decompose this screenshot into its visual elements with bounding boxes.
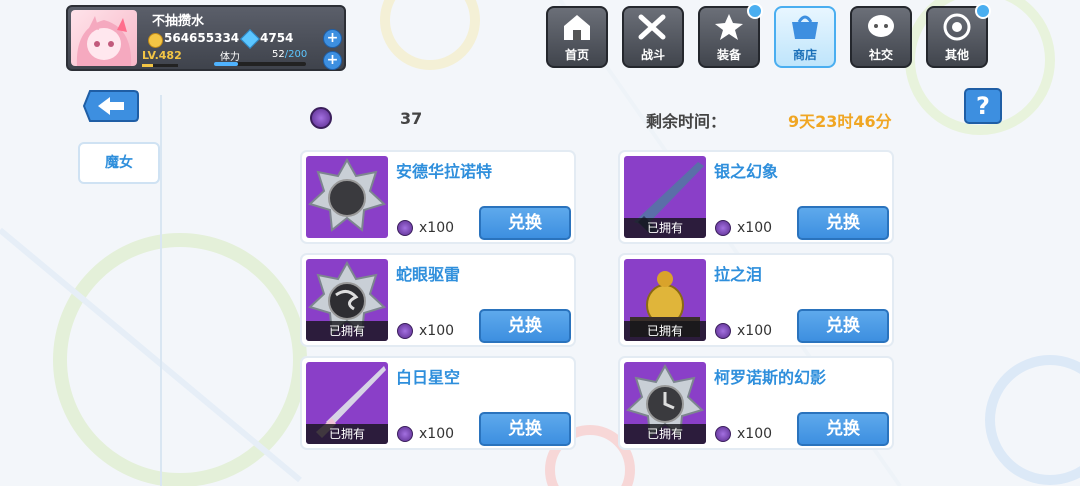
exchange-button[interactable]: 兑换 [479, 412, 571, 446]
item-thumbnail: 已拥有 [624, 259, 706, 341]
nav-home-button[interactable]: 首页 [546, 6, 608, 68]
shop-item-card: 安德华拉诺特 x100 兑换 [300, 150, 576, 244]
nav-equipment-label: 装备 [716, 48, 741, 62]
player-level: LV.482 [142, 49, 182, 62]
add-stamina-button[interactable]: + [323, 51, 342, 70]
owned-label: 已拥有 [306, 321, 388, 341]
coin-count: 564655334 [164, 31, 240, 45]
item-name: 柯罗诺斯的幻影 [714, 368, 827, 387]
star-gun-icon [715, 14, 743, 40]
owned-label: 已拥有 [624, 321, 706, 341]
crossed-swords-icon [638, 14, 666, 40]
shop-item-card: 已拥有 蛇眼驱雷 x100 兑换 [300, 253, 576, 347]
back-arrow-icon[interactable] [82, 89, 140, 123]
item-thumbnail: 已拥有 [624, 362, 706, 444]
nav-home-label: 首页 [564, 48, 589, 62]
player-profile-panel[interactable]: 不抽攒水 564655334 4754 + LV.482 体力 52/200 + [66, 5, 346, 71]
item-price: x100 [737, 220, 773, 236]
chat-face-icon [868, 15, 894, 37]
item-price: x100 [419, 426, 455, 442]
shop-item-card: 已拥有 银之幻象 x100 兑换 [618, 150, 894, 244]
tab-witch[interactable]: 魔女 [78, 142, 160, 184]
item-thumbnail: 已拥有 [306, 362, 388, 444]
add-gems-button[interactable]: + [323, 29, 342, 48]
item-price: x100 [419, 220, 455, 236]
nav-other-button[interactable]: 其他 [926, 3, 991, 68]
currency-icon [715, 426, 731, 442]
exchange-button[interactable]: 兑换 [479, 206, 571, 240]
stamina-label: 体力 [220, 52, 240, 63]
exchange-button[interactable]: 兑换 [797, 309, 889, 343]
currency-icon [397, 220, 413, 236]
player-name: 不抽攒水 [152, 14, 205, 29]
nav-other-label: 其他 [944, 48, 969, 62]
item-name: 白日星空 [396, 368, 461, 387]
stamina-value: 52/200 [272, 49, 307, 60]
stamina-current: 52 [272, 49, 285, 60]
shop-item-card: 已拥有 拉之泪 x100 兑换 [618, 253, 894, 347]
exchange-button[interactable]: 兑换 [797, 206, 889, 240]
shop-item-card: 已拥有 柯罗诺斯的幻影 x100 兑换 [618, 356, 894, 450]
stamina-bar [214, 62, 306, 66]
owned-label: 已拥有 [624, 424, 706, 444]
coin-icon [148, 33, 163, 48]
silver-badge-icon [308, 157, 386, 232]
owned-label: 已拥有 [306, 424, 388, 444]
notification-badge [975, 3, 991, 19]
nav-battle-label: 战斗 [640, 48, 665, 62]
currency-icon [397, 323, 413, 339]
help-button[interactable]: ? [964, 88, 1002, 124]
item-name: 安德华拉诺特 [396, 162, 493, 181]
exchange-button[interactable]: 兑换 [797, 412, 889, 446]
gem-count: 4754 [260, 31, 294, 45]
time-remaining-value: 9天23时46分 [788, 112, 892, 131]
shop-basket-icon [792, 15, 818, 39]
nav-social-label: 社交 [868, 48, 893, 62]
currency-amount: 37 [400, 109, 423, 128]
currency-icon [310, 107, 332, 129]
item-name: 银之幻象 [714, 162, 779, 181]
item-price: x100 [737, 426, 773, 442]
house-icon [564, 15, 590, 40]
item-thumbnail [306, 156, 388, 238]
owned-label: 已拥有 [624, 218, 706, 238]
stamina-max: /200 [284, 49, 308, 60]
notification-badge [747, 3, 763, 19]
exp-bar [142, 64, 178, 67]
exchange-button[interactable]: 兑换 [479, 309, 571, 343]
item-thumbnail: 已拥有 [624, 156, 706, 238]
item-thumbnail: 已拥有 [306, 259, 388, 341]
currency-icon [397, 426, 413, 442]
nav-shop-label: 商店 [792, 48, 817, 62]
target-icon [943, 13, 971, 41]
avatar-portrait-icon [76, 16, 132, 66]
nav-shop-button[interactable]: 商店 [774, 6, 836, 68]
shop-item-card: 已拥有 白日星空 x100 兑换 [300, 356, 576, 450]
sidebar-divider [160, 95, 162, 486]
item-price: x100 [419, 323, 455, 339]
item-name: 拉之泪 [714, 265, 763, 284]
item-name: 蛇眼驱雷 [396, 265, 461, 284]
avatar[interactable] [71, 10, 137, 66]
currency-icon [715, 323, 731, 339]
nav-battle-button[interactable]: 战斗 [622, 6, 684, 68]
time-remaining-label: 剩余时间： [646, 112, 727, 131]
currency-icon [715, 220, 731, 236]
nav-social-button[interactable]: 社交 [850, 6, 912, 68]
nav-equipment-button[interactable]: 装备 [698, 3, 763, 68]
gem-icon [240, 29, 260, 49]
item-price: x100 [737, 323, 773, 339]
